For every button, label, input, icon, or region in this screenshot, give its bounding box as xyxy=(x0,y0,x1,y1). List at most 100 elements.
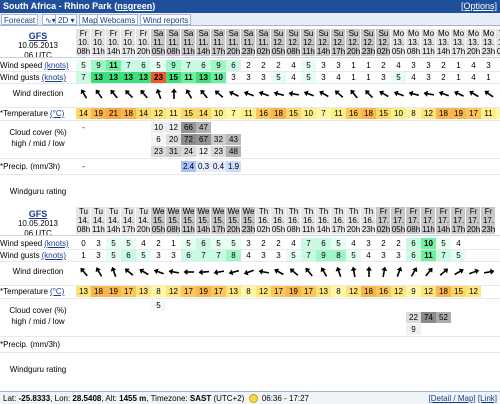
wind-speed-value: 1 xyxy=(171,239,176,248)
cloud-low-value: 23 xyxy=(151,146,166,157)
cloud-mid-value xyxy=(106,312,121,323)
wind-direction-arrow-icon xyxy=(166,85,181,102)
temperature-label-unit-link[interactable]: (°C) xyxy=(50,287,64,296)
timezone-offset: (UTC+2) xyxy=(213,394,245,403)
cloud-high-value xyxy=(361,122,376,133)
wind-speed-value: 2 xyxy=(276,61,281,70)
wind-gusts-value: 3 xyxy=(156,251,161,260)
cloud-high-value xyxy=(106,300,121,311)
wind-direction-arrow-icon xyxy=(436,263,451,280)
wind-speed-label-unit-link[interactable]: (knots) xyxy=(44,61,68,70)
date-label: 16. xyxy=(362,216,375,225)
cloud-high-value xyxy=(91,300,106,311)
wind-direction-arrow-icon xyxy=(331,85,346,102)
wind-gusts-value: 6 xyxy=(181,250,196,261)
hour-label: 08h xyxy=(286,47,301,56)
hour-label: 11h xyxy=(92,47,105,56)
day-label: Sa xyxy=(228,29,239,38)
wind-gusts-label-unit-link[interactable]: (knots) xyxy=(42,73,66,82)
hour-label: 02h xyxy=(256,225,271,234)
detail-map-link[interactable]: [Detail / Map] xyxy=(429,394,476,403)
cloud-high-value xyxy=(316,122,331,133)
cloud-mid-value xyxy=(136,134,151,145)
wind-direction-arrow-icon xyxy=(406,85,421,102)
wind-gusts-value: 3 xyxy=(261,73,266,82)
cloud-low-value xyxy=(91,146,106,157)
wind-gusts-value: 7 xyxy=(76,72,91,83)
wind-direction-arrow-icon xyxy=(226,263,241,280)
day-label: Fr xyxy=(484,207,493,216)
wind-direction-arrow-icon xyxy=(496,85,500,102)
hour-label: 23h xyxy=(361,47,376,56)
model-link[interactable]: GFS xyxy=(0,209,76,219)
wind-direction-arrow-icon xyxy=(301,263,316,280)
hour-label: 20h xyxy=(226,47,241,56)
nav-forecast[interactable]: Forecast xyxy=(1,14,39,25)
spot-link[interactable]: nsgreen xyxy=(117,1,152,11)
wind-speed-value: 5 xyxy=(76,60,91,71)
wind-direction-arrow-icon xyxy=(406,263,421,280)
wind-gusts-label-text: Wind gusts xyxy=(0,251,40,260)
options-link[interactable]: [Options] xyxy=(461,0,497,13)
temperature-value: 14 xyxy=(76,108,91,119)
day-label: Mo xyxy=(467,29,480,38)
temperature-value: 19 xyxy=(451,108,466,119)
nav-bar: Forecast ∿▾ 2D ▾ Map Webcams Wind reports xyxy=(0,13,500,26)
temperature-value: 13 xyxy=(136,286,151,297)
forecast-block-1: GFS 10.05.2013 06 UTC Fr 10. 08h Fr 10. 11h Fr 10.… xyxy=(0,29,500,209)
precip-value xyxy=(106,161,121,172)
wind-gusts-value: 3 xyxy=(231,73,236,82)
hour-label: 05h xyxy=(391,225,406,234)
wind-direction-arrow-icon xyxy=(466,85,481,102)
wind-direction-arrow-icon xyxy=(91,85,106,102)
date-label: 10. xyxy=(107,38,120,47)
day-label: Fr xyxy=(454,207,463,216)
wind-direction-arrow-icon xyxy=(391,263,406,280)
cloud-mid-value xyxy=(136,312,151,323)
cloud-low-value xyxy=(316,324,331,335)
temperature-value: 8 xyxy=(406,108,421,119)
temperature-value: 18 xyxy=(271,108,286,119)
temperature-label-unit-link[interactable]: (°C) xyxy=(50,109,64,118)
cloud-mid-value xyxy=(196,312,211,323)
nav-2d-menu[interactable]: 2D ▾ xyxy=(55,14,78,25)
precip-value xyxy=(196,339,211,350)
longitude: 28.5408 xyxy=(72,394,102,403)
wind-speed-label-unit-link[interactable]: (knots) xyxy=(44,239,68,248)
date-label: 14. xyxy=(77,216,90,225)
wind-speed-value: 5 xyxy=(151,60,166,71)
cloud-low-value xyxy=(271,146,286,157)
hour-label: 05h xyxy=(391,47,406,56)
wind-direction-arrow-icon xyxy=(151,85,166,102)
cloud-high-value xyxy=(226,300,241,311)
cloud-high-value xyxy=(316,300,331,311)
date-label: 14. xyxy=(137,216,150,225)
cloud-mid-value xyxy=(466,134,481,145)
cloud-high-value xyxy=(451,122,466,133)
wind-gusts-value: 4 xyxy=(411,73,416,82)
wind-gusts-value: 4 xyxy=(366,251,371,260)
nav-webcams[interactable]: Webcams xyxy=(97,14,139,25)
cloud-high-value xyxy=(406,300,421,311)
wind-gusts-label-unit-link[interactable]: (knots) xyxy=(42,251,66,260)
model-link[interactable]: GFS xyxy=(0,31,76,41)
nav-wind-reports[interactable]: Wind reports xyxy=(140,14,192,25)
cloud-high-value xyxy=(211,122,226,133)
permalink[interactable]: [Link] xyxy=(478,394,497,403)
day-label: Th xyxy=(348,207,359,216)
wind-gusts-label-text: Wind gusts xyxy=(0,73,40,82)
date-label: 14. xyxy=(92,216,105,225)
wind-speed-value: 6 xyxy=(226,60,241,71)
temperature-value: 15 xyxy=(181,108,196,119)
cloud-high-value xyxy=(136,300,151,311)
cloud-high-value xyxy=(91,122,106,133)
cloud-low-value xyxy=(121,146,136,157)
day-label: Fr xyxy=(379,207,388,216)
cloud-high-value xyxy=(256,122,271,133)
wind-direction-arrow-icon xyxy=(286,85,301,102)
cloud-high-value xyxy=(436,300,451,311)
precip-value xyxy=(451,339,466,350)
wind-speed-value: 7 xyxy=(301,238,316,249)
cloud-high-value xyxy=(241,122,256,133)
temperature-value: 11 xyxy=(241,108,256,119)
